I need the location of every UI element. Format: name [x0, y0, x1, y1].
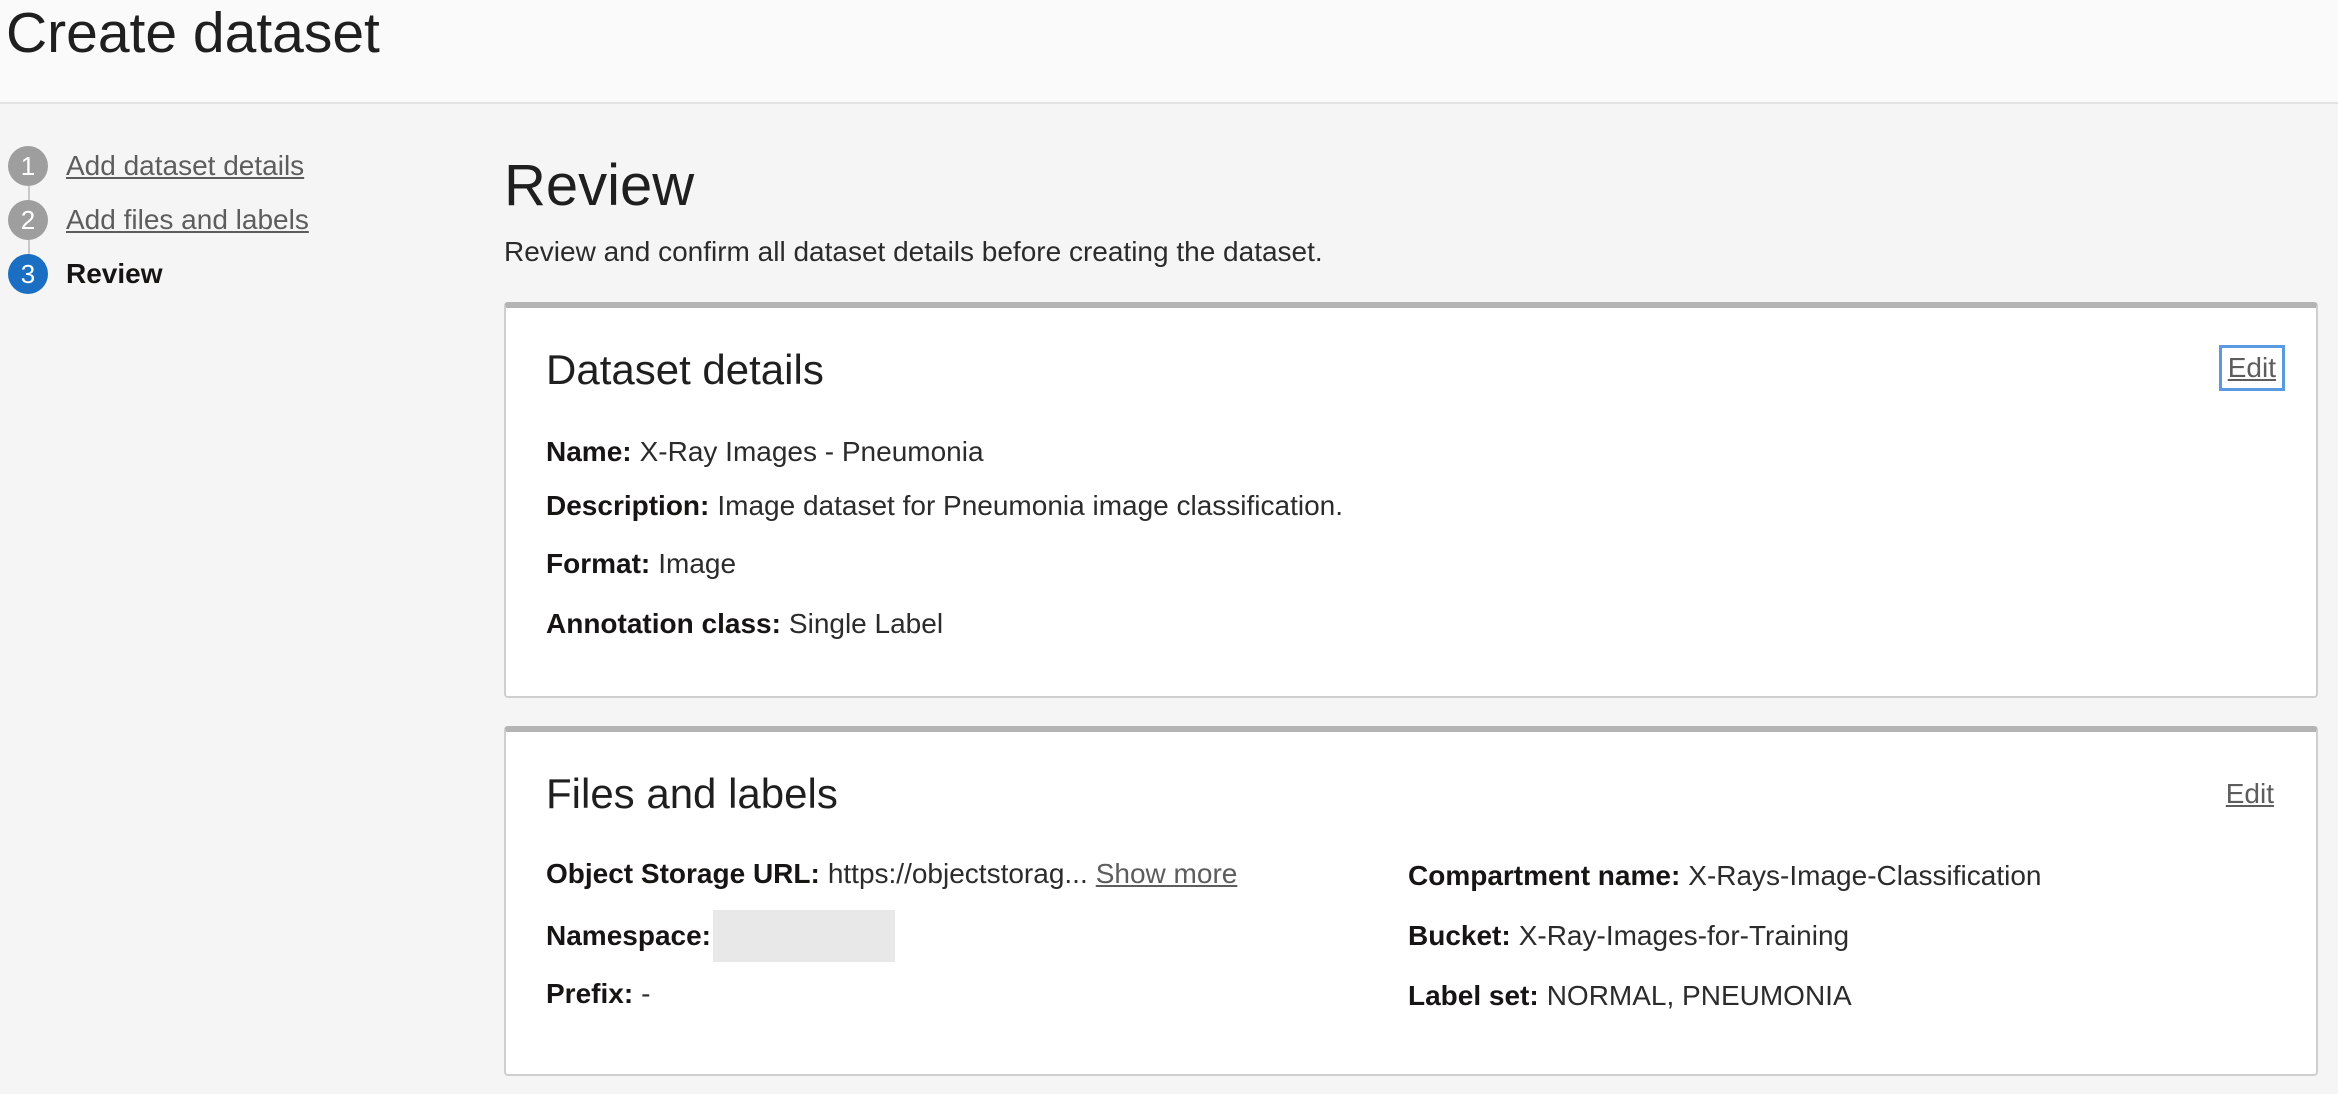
namespace-redacted-value [712, 910, 895, 962]
namespace-field: Namespace: [546, 910, 895, 962]
review-title: Review [504, 153, 695, 218]
step-review: 3 Review [8, 254, 309, 294]
edit-dataset-details-link[interactable]: Edit [2218, 345, 2286, 391]
description-field: Description: Image dataset for Pneumonia… [546, 490, 1343, 522]
step-link-add-files-and-labels[interactable]: Add files and labels [66, 204, 309, 236]
show-more-link[interactable]: Show more [1096, 858, 1238, 890]
wizard-steps: 1 Add dataset details 2 Add files and la… [8, 146, 309, 308]
prefix-label: Prefix: [546, 978, 634, 1009]
description-label: Description: [546, 490, 710, 521]
name-label: Name: [546, 436, 632, 467]
object-storage-url-value: https://objectstorag... [827, 858, 1088, 889]
dataset-details-title: Dataset details [546, 346, 824, 393]
edit-files-and-labels-link[interactable]: Edit [2222, 776, 2278, 812]
description-value: Image dataset for Pneumonia image classi… [717, 490, 1344, 521]
label-set-field: Label set: NORMAL, PNEUMONIA [1408, 980, 1852, 1012]
format-value: Image [658, 548, 737, 579]
compartment-name-label: Compartment name: [1408, 860, 1681, 891]
compartment-name-field: Compartment name: X-Rays-Image-Classific… [1408, 860, 2041, 892]
object-storage-url-field: Object Storage URL: https://objectstorag… [546, 858, 1237, 890]
step-add-files-and-labels[interactable]: 2 Add files and labels [8, 200, 309, 240]
format-field: Format: Image [546, 548, 736, 580]
annotation-class-label: Annotation class: [546, 608, 781, 639]
name-value: X-Ray Images - Pneumonia [639, 436, 984, 467]
step-add-dataset-details[interactable]: 1 Add dataset details [8, 146, 309, 186]
files-and-labels-card: Files and labels Edit Object Storage URL… [504, 726, 2318, 1076]
page-header: Create dataset [0, 0, 2338, 104]
format-label: Format: [546, 548, 651, 579]
step-link-add-dataset-details[interactable]: Add dataset details [66, 150, 304, 182]
review-main: Review Review and confirm all dataset de… [504, 150, 2318, 1076]
compartment-name-value: X-Rays-Image-Classification [1688, 860, 2042, 891]
dataset-details-card: Dataset details Edit Name: X-Ray Images … [504, 302, 2318, 698]
annotation-class-value: Single Label [788, 608, 944, 639]
prefix-field: Prefix: - [546, 978, 650, 1010]
prefix-value: - [641, 978, 651, 1009]
annotation-class-field: Annotation class: Single Label [546, 608, 943, 640]
label-set-value: NORMAL, PNEUMONIA [1546, 980, 1852, 1011]
name-field: Name: X-Ray Images - Pneumonia [546, 436, 984, 468]
namespace-label: Namespace: [546, 920, 711, 951]
files-and-labels-title: Files and labels [546, 770, 838, 817]
step-number-badge: 2 [8, 200, 48, 240]
bucket-label: Bucket: [1408, 920, 1511, 951]
page-title: Create dataset [6, 1, 380, 65]
label-set-label: Label set: [1408, 980, 1539, 1011]
object-storage-url-label: Object Storage URL: [546, 858, 820, 889]
review-description: Review and confirm all dataset details b… [504, 236, 1323, 267]
bucket-field: Bucket: X-Ray-Images-for-Training [1408, 920, 1849, 952]
bucket-value: X-Ray-Images-for-Training [1518, 920, 1850, 951]
step-number-badge: 1 [8, 146, 48, 186]
step-label-review: Review [66, 258, 163, 289]
step-number-badge-active: 3 [8, 254, 48, 294]
